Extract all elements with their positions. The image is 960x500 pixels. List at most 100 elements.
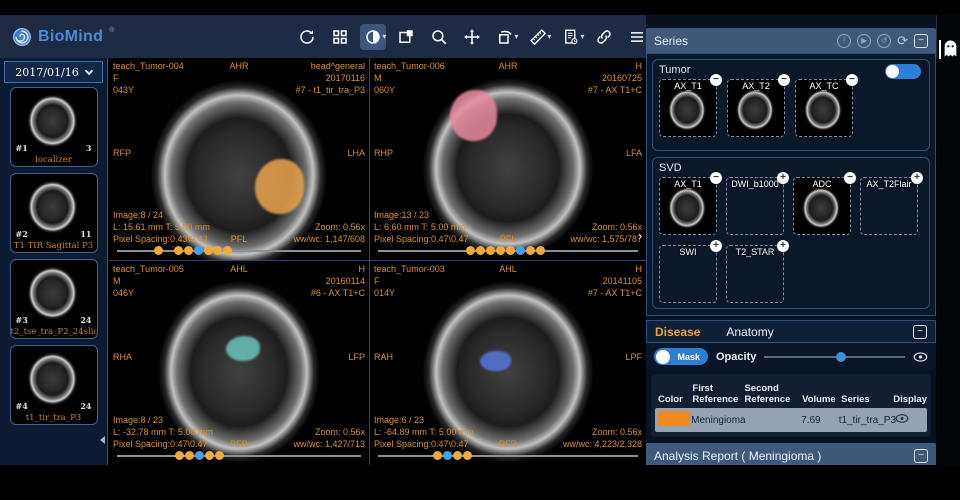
- study-info: H20141105#7 - AX T1+C: [588, 263, 642, 299]
- study-date-selector[interactable]: 2017/01/16: [4, 61, 103, 83]
- contrast-dropdown-caret[interactable]: ▾: [382, 32, 386, 41]
- col-second-reference: Second Reference: [744, 383, 802, 405]
- scrubber-dot[interactable]: [174, 246, 183, 255]
- scrubber-dot[interactable]: [154, 246, 163, 255]
- series-card-adc[interactable]: − ADC: [793, 177, 851, 235]
- scrubber-dot[interactable]: [433, 451, 442, 460]
- scrubber-dot[interactable]: [185, 451, 194, 460]
- series-card-ax-t2[interactable]: − AX_T2: [727, 79, 785, 137]
- tumor-group: Tumor − AX_T1 − AX_T2: [652, 59, 930, 151]
- card-label: AX_TC: [796, 81, 852, 91]
- scrubber-dot[interactable]: [204, 246, 213, 255]
- remove-icon[interactable]: −: [710, 74, 722, 86]
- assistant-ghost-icon[interactable]: [943, 39, 958, 58]
- scrubber-dot[interactable]: [205, 451, 214, 460]
- series-card-svd-ax-t1[interactable]: − AX_T1: [659, 177, 717, 235]
- pan-move-icon[interactable]: [459, 24, 485, 50]
- orientation-marker-left: RAH: [374, 351, 393, 363]
- scrubber-dot[interactable]: [486, 246, 495, 255]
- eye-icon[interactable]: [895, 413, 909, 424]
- collapse-analysis-icon[interactable]: −: [914, 449, 928, 463]
- assistant-handle[interactable]: [939, 40, 941, 59]
- remove-icon[interactable]: −: [846, 74, 858, 86]
- slice-scrubber[interactable]: [117, 451, 361, 461]
- panel-expand-chevron[interactable]: ›: [638, 228, 642, 243]
- zoom-window-info: Zoom: 0.56xww/wc: 1,147/608: [293, 221, 365, 245]
- add-icon[interactable]: +: [710, 240, 722, 252]
- series-card-ax-t1[interactable]: − AX_T1: [659, 79, 717, 137]
- scrubber-dot[interactable]: [506, 246, 515, 255]
- scrubber-dot[interactable]: [175, 451, 184, 460]
- series-card-t2-star[interactable]: + T2_STAR: [726, 245, 784, 303]
- eye-icon[interactable]: [913, 351, 928, 363]
- add-icon[interactable]: +: [777, 240, 789, 252]
- card-label: AX_T2Flair: [861, 179, 917, 189]
- slice-count: 24: [80, 315, 91, 325]
- scrubber-dot[interactable]: [536, 246, 545, 255]
- toggle-knob: [656, 350, 670, 364]
- series-thumbnail-t2-axial[interactable]: #3 24 t2_tse_tra_P2_24slice: [10, 259, 98, 339]
- series-thumbnail-t1-axial[interactable]: #4 24 t1_tir_tra_P3: [10, 345, 98, 425]
- tab-disease[interactable]: Disease: [655, 325, 700, 339]
- orientation-marker-left: RHA: [113, 351, 132, 363]
- tab-anatomy[interactable]: Anatomy: [726, 325, 773, 339]
- series-card-ax-t2flair[interactable]: + AX_T2Flair: [860, 177, 918, 235]
- slice-scrubber[interactable]: [378, 451, 638, 461]
- refresh-icon[interactable]: [294, 24, 320, 50]
- scrubber-dot[interactable]: [443, 451, 452, 460]
- slice-scrubber[interactable]: [117, 246, 361, 256]
- scrubber-dot[interactable]: [184, 246, 193, 255]
- mask-toggle[interactable]: Mask: [654, 348, 708, 365]
- col-volume: Volume: [802, 394, 841, 405]
- scrubber-dot[interactable]: [195, 451, 204, 460]
- scrubber-dot[interactable]: [215, 451, 224, 460]
- scrubber-dot[interactable]: [463, 451, 472, 460]
- grid-layout-icon[interactable]: [327, 24, 353, 50]
- scrubber-dot[interactable]: [476, 246, 485, 255]
- play-icon[interactable]: ▶: [857, 34, 871, 48]
- opacity-slider[interactable]: [764, 351, 905, 363]
- remove-icon[interactable]: −: [778, 74, 790, 86]
- slider-knob[interactable]: [836, 352, 846, 362]
- tumor-toggle[interactable]: [885, 64, 921, 79]
- series-thumbnail-t1-sagittal[interactable]: #2 11 T1 TIR Sagittal P3: [10, 173, 98, 253]
- series-card-swi[interactable]: + SWI: [659, 245, 717, 303]
- scrubber-dot[interactable]: [213, 246, 222, 255]
- add-icon[interactable]: +: [777, 172, 789, 184]
- scrubber-dot[interactable]: [496, 246, 505, 255]
- report-dropdown-caret[interactable]: ▾: [580, 32, 584, 41]
- viewport-top-left[interactable]: teach_Tumor-004F043Y AHR head^general201…: [109, 58, 369, 260]
- measure-dropdown-caret[interactable]: ▾: [547, 32, 551, 41]
- tumor-overlay: [226, 336, 260, 360]
- svd-group-label: SVD: [659, 162, 923, 174]
- scrubber-dot[interactable]: [516, 246, 525, 255]
- series-thumbnail-localizer[interactable]: #1 3 localizer: [10, 87, 98, 167]
- thumbnail-image: [667, 88, 707, 132]
- refresh-series-icon[interactable]: ⟳: [897, 34, 908, 47]
- study-sidebar: 2017/01/16 #1 3 localizer #2 11 T1 TIR S…: [0, 58, 108, 465]
- scrubber-dot[interactable]: [194, 246, 203, 255]
- collapse-series-icon[interactable]: −: [914, 34, 928, 48]
- slice-scrubber[interactable]: [378, 246, 638, 256]
- link-icon[interactable]: [591, 24, 617, 50]
- series-card-ax-tc[interactable]: − AX_TC: [795, 79, 853, 137]
- remove-icon[interactable]: −: [844, 172, 856, 184]
- swap-layout-icon[interactable]: [393, 24, 419, 50]
- scrubber-dot[interactable]: [223, 246, 232, 255]
- add-icon[interactable]: +: [911, 172, 923, 184]
- viewport-bottom-left[interactable]: teach_Tumor-005M046Y AHL H20160114#6 - A…: [109, 261, 369, 465]
- viewport-top-right[interactable]: teach_Tumor-006M060Y AHR H20160725#7 - A…: [370, 58, 646, 260]
- scrubber-dot[interactable]: [466, 246, 475, 255]
- scrubber-dot[interactable]: [526, 246, 535, 255]
- rotate-dropdown-caret[interactable]: ▾: [514, 32, 518, 41]
- zoom-search-icon[interactable]: [426, 24, 452, 50]
- rerun-icon[interactable]: ↺: [877, 34, 891, 48]
- collapse-disease-icon[interactable]: −: [913, 325, 927, 339]
- sidebar-collapse-icon[interactable]: [100, 436, 105, 444]
- scrubber-dot[interactable]: [453, 451, 462, 460]
- remove-icon[interactable]: −: [710, 172, 722, 184]
- table-row[interactable]: Meningioma 7.69 t1_tir_tra_P3: [655, 408, 927, 432]
- status-icon[interactable]: !: [837, 34, 851, 48]
- series-card-dwi-b1000[interactable]: + DWI_b1000: [726, 177, 784, 235]
- viewport-bottom-right[interactable]: teach_Tumor-003F014Y AHL H20141105#7 - A…: [370, 261, 646, 465]
